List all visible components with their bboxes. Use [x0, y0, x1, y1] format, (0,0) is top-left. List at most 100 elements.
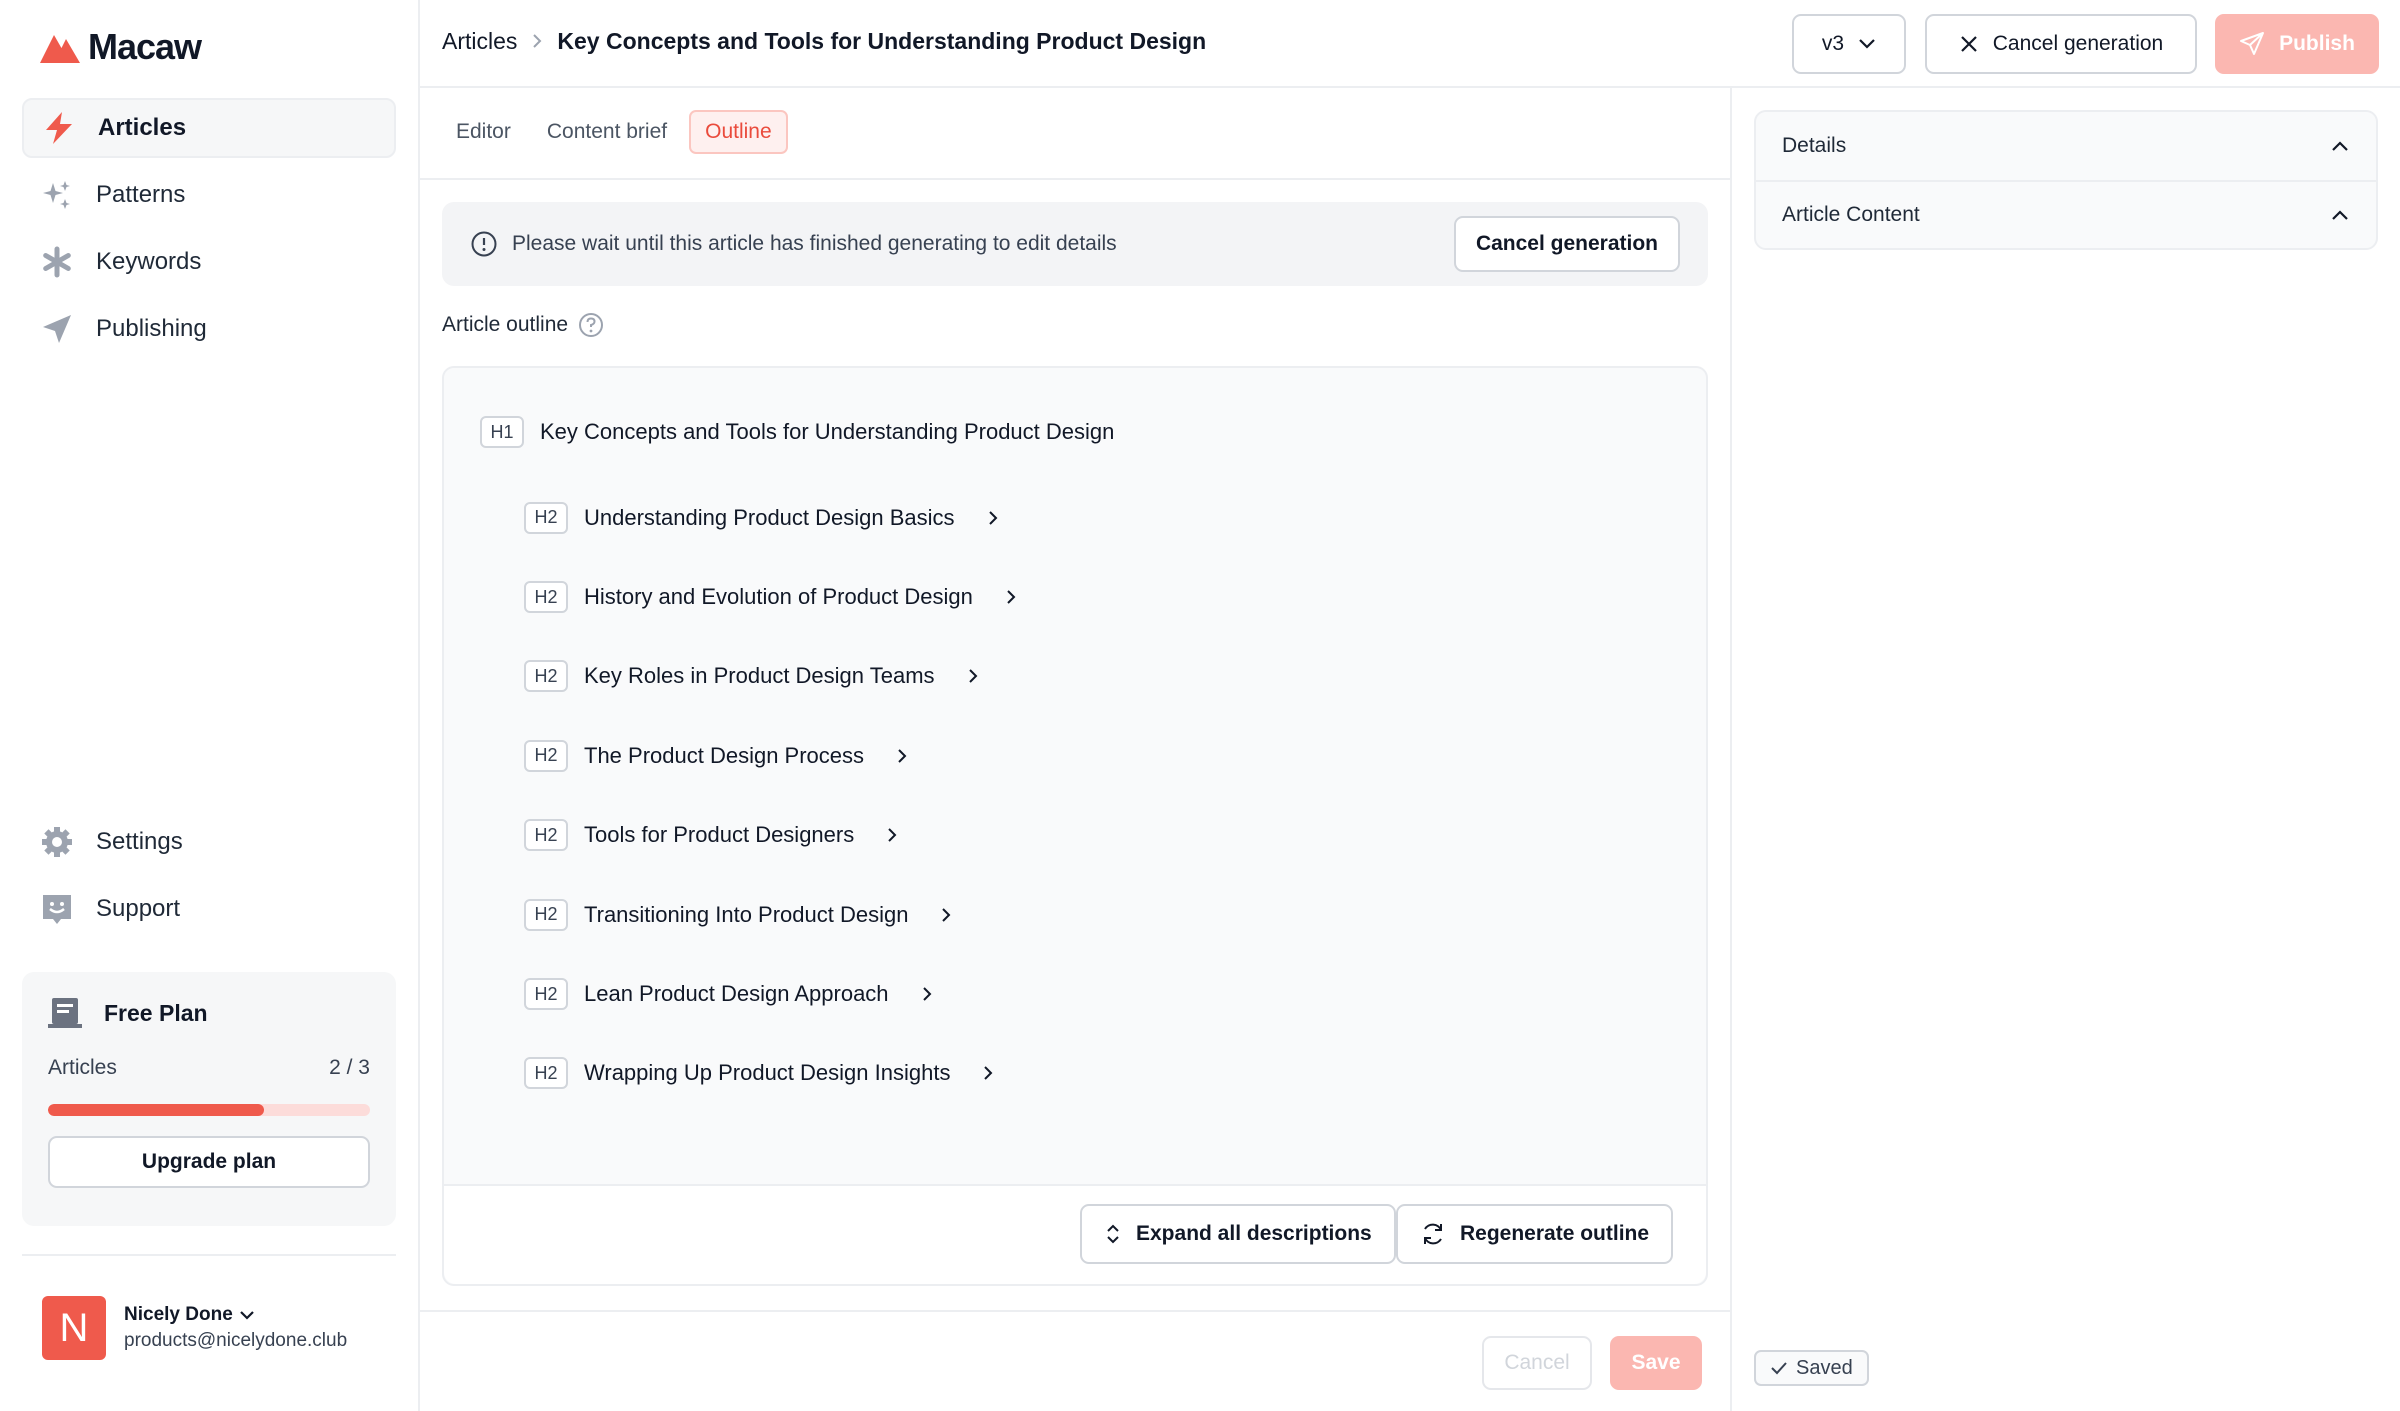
version-select[interactable]: v3	[1792, 14, 1906, 74]
outline-h2-item[interactable]: H2 Understanding Product Design Basics	[524, 478, 1017, 557]
chevron-right-icon[interactable]	[987, 509, 999, 527]
heading-tag: H2	[524, 1057, 568, 1090]
main-nav: Articles Patterns Keywords Publishing	[22, 98, 396, 366]
top-header: Articles Key Concepts and Tools for Unde…	[420, 0, 2400, 88]
breadcrumb-root[interactable]: Articles	[442, 28, 517, 55]
heading-tag: H2	[524, 819, 568, 852]
heading-text: Key Roles in Product Design Teams	[584, 663, 935, 689]
sidebar-item-support[interactable]: Support	[22, 879, 396, 939]
outline-h2-item[interactable]: H2 The Product Design Process	[524, 716, 1017, 795]
publish-label: Publish	[2279, 32, 2355, 55]
chevron-right-icon[interactable]	[940, 906, 952, 924]
tab-outline[interactable]: Outline	[689, 110, 788, 154]
chevron-right-icon[interactable]	[896, 747, 908, 765]
tab-editor[interactable]: Editor	[442, 110, 525, 154]
user-menu[interactable]: N Nicely Done products@nicelydone.club	[42, 1296, 347, 1360]
sidebar-item-settings[interactable]: Settings	[22, 812, 396, 872]
outline-h2-item[interactable]: H2 Tools for Product Designers	[524, 796, 1017, 875]
gear-icon	[40, 825, 74, 859]
avatar: N	[42, 1296, 106, 1360]
plan-name: Free Plan	[104, 999, 208, 1026]
outline-h2-list: H2 Understanding Product Design Basics H…	[524, 478, 1017, 1113]
outline-h2-item[interactable]: H2 History and Evolution of Product Desi…	[524, 557, 1017, 636]
logo[interactable]: Macaw	[40, 26, 202, 68]
sidebar-item-label: Settings	[96, 828, 183, 855]
notice-text: Please wait until this article has finis…	[512, 232, 1117, 255]
accordion-article-content[interactable]: Article Content	[1756, 180, 2376, 248]
outline-h2-item[interactable]: H2 Lean Product Design Approach	[524, 954, 1017, 1033]
save-button[interactable]: Save	[1610, 1336, 1702, 1390]
expand-all-descriptions-button[interactable]: Expand all descriptions	[1080, 1204, 1396, 1264]
expand-label: Expand all descriptions	[1136, 1222, 1372, 1245]
heading-tag: H2	[524, 581, 568, 614]
outline-h1: H1 Key Concepts and Tools for Understand…	[480, 416, 1114, 448]
saved-label: Saved	[1796, 1356, 1853, 1379]
logo-text: Macaw	[88, 26, 202, 67]
heading-text: Key Concepts and Tools for Understanding…	[540, 419, 1115, 444]
chevron-right-icon[interactable]	[886, 826, 898, 844]
accordion-label: Article Content	[1782, 203, 1920, 226]
tab-bar: Editor Content brief Outline	[442, 110, 788, 154]
breadcrumb-current: Key Concepts and Tools for Understanding…	[557, 28, 1207, 54]
plan-usage-bar	[48, 1104, 370, 1116]
regenerate-outline-button[interactable]: Regenerate outline	[1396, 1204, 1674, 1264]
macaw-logo-icon	[40, 35, 80, 63]
upgrade-plan-button[interactable]: Upgrade plan	[48, 1136, 370, 1188]
asterisk-icon	[40, 245, 74, 279]
breadcrumb: Articles Key Concepts and Tools for Unde…	[442, 28, 1206, 55]
outline-label-text: Article outline	[442, 313, 569, 336]
chevron-down-icon	[1859, 39, 1875, 49]
accordion-label: Details	[1782, 134, 1847, 157]
sidebar-item-patterns[interactable]: Patterns	[22, 165, 396, 225]
sparkles-icon	[40, 178, 74, 212]
chevron-right-icon[interactable]	[1005, 588, 1017, 606]
heading-text: Transitioning Into Product Design	[584, 901, 909, 927]
chevron-down-icon	[239, 1311, 254, 1320]
sidebar-item-keywords[interactable]: Keywords	[22, 232, 396, 292]
heading-text: The Product Design Process	[584, 742, 865, 768]
outline-h2-item[interactable]: H2 Key Roles in Product Design Teams	[524, 637, 1017, 716]
cancel-generation-label: Cancel generation	[1992, 32, 2164, 55]
accordion-details[interactable]: Details	[1756, 112, 2376, 180]
send-icon	[2240, 32, 2265, 55]
regenerate-label: Regenerate outline	[1460, 1222, 1650, 1245]
check-icon	[1771, 1362, 1787, 1375]
article-outline-label: Article outline	[442, 312, 604, 338]
notice-cancel-generation-button[interactable]: Cancel generation	[1453, 216, 1680, 272]
outline-h2-item[interactable]: H2 Transitioning Into Product Design	[524, 875, 1017, 954]
heading-text: Wrapping Up Product Design Insights	[584, 1060, 951, 1086]
chevron-right-icon[interactable]	[982, 1064, 994, 1082]
close-icon	[1960, 36, 1977, 52]
heading-text: History and Evolution of Product Design	[584, 584, 973, 610]
plan-usage-count: 2 / 3	[329, 1056, 370, 1079]
chevron-right-icon[interactable]	[921, 985, 933, 1003]
outline-footer: Expand all descriptions Regenerate outli…	[444, 1184, 1706, 1284]
chevron-up-icon	[2332, 141, 2348, 151]
chevron-right-icon[interactable]	[967, 667, 979, 685]
support-icon	[40, 892, 74, 926]
cancel-button[interactable]: Cancel	[1482, 1336, 1592, 1390]
heading-tag: H2	[524, 978, 568, 1011]
sidebar-item-label: Publishing	[96, 315, 207, 342]
user-email: products@nicelydone.club	[124, 1330, 348, 1351]
sidebar-item-publishing[interactable]: Publishing	[22, 299, 396, 359]
outline-h2-item[interactable]: H2 Wrapping Up Product Design Insights	[524, 1034, 1017, 1113]
plan-header: Free Plan	[48, 996, 370, 1030]
tabs-divider	[420, 178, 1730, 180]
cancel-generation-button[interactable]: Cancel generation	[1925, 14, 2197, 74]
plan-icon	[48, 998, 82, 1028]
tab-content-brief[interactable]: Content brief	[533, 110, 681, 154]
chevron-up-icon	[2332, 210, 2348, 220]
secondary-nav: Settings Support	[22, 812, 396, 946]
bolt-icon	[42, 111, 76, 145]
help-icon[interactable]	[578, 312, 604, 338]
user-info: Nicely Done products@nicelydone.club	[124, 1304, 347, 1352]
heading-text: Understanding Product Design Basics	[584, 504, 955, 530]
publish-button[interactable]: Publish	[2215, 14, 2379, 74]
sidebar: Macaw Articles Patterns Keywords Publish…	[0, 0, 420, 1411]
version-value: v3	[1821, 32, 1845, 55]
sidebar-item-label: Articles	[98, 114, 187, 141]
heading-tag: H2	[524, 660, 568, 693]
details-accordion: Details Article Content	[1754, 110, 2378, 250]
sidebar-item-articles[interactable]: Articles	[22, 98, 396, 158]
